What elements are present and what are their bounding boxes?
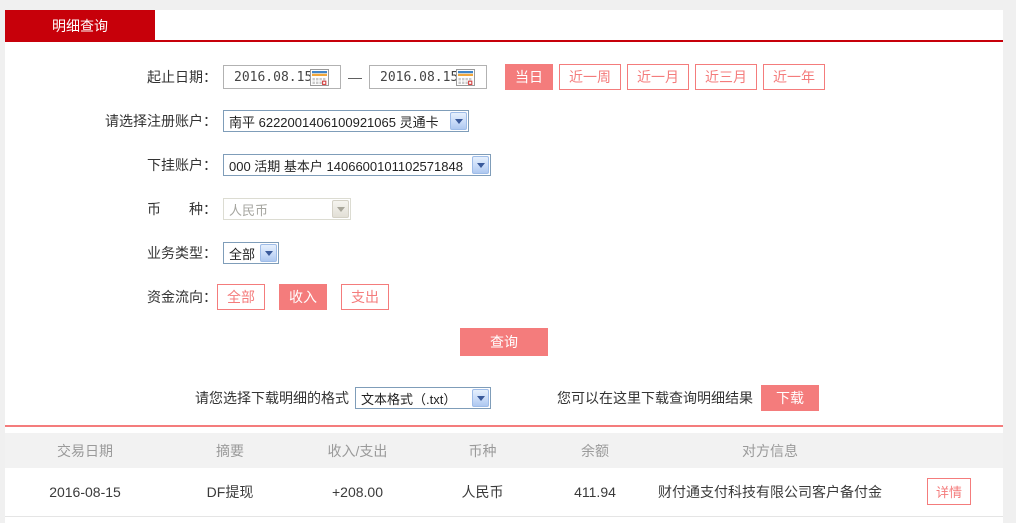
fund-flow-income-button[interactable]: 收入	[279, 284, 327, 310]
download-row: 请您选择下载明细的格式 文本格式（.txt） 您可以在这里下载查询明细结果 下载	[5, 385, 1003, 411]
header-counterparty: 对方信息	[645, 433, 895, 468]
sub-account-row: 下挂账户： 000 活期 基本户 1406600101102571848	[5, 152, 1003, 178]
cell-trade-date: 2016-08-15	[5, 468, 165, 517]
business-type-row: 业务类型： 全部	[5, 240, 1003, 266]
cell-actions: 详情	[895, 468, 1003, 517]
query-button[interactable]: 查询	[460, 328, 548, 356]
sub-account-label: 下挂账户：	[147, 157, 217, 173]
calendar-icon[interactable]	[456, 68, 475, 86]
start-date-field[interactable]	[223, 65, 341, 89]
end-date-input[interactable]	[370, 69, 456, 85]
header-amount: 收入/支出	[295, 433, 420, 468]
registered-account-row: 请选择注册账户： 南平 6222001406100921065 灵通卡	[5, 108, 1003, 134]
calendar-icon[interactable]	[310, 68, 329, 86]
fund-flow-expense-button[interactable]: 支出	[341, 284, 389, 310]
currency-value: 人民币	[229, 202, 269, 218]
content-panel: 明细查询 起止日期： 2016.08.15 — 2016.08.15 当日 近一…	[5, 10, 1003, 523]
sub-account-select[interactable]: 000 活期 基本户 1406600101102571848	[223, 154, 491, 176]
detail-button[interactable]: 详情	[926, 478, 971, 506]
header-summary: 摘要	[165, 433, 295, 468]
quick-range-week-button[interactable]: 近一周	[559, 64, 621, 90]
download-button[interactable]: 下载	[761, 385, 819, 411]
currency-row: 币 种： 人民币	[5, 196, 1003, 222]
business-type-label: 业务类型：	[147, 245, 217, 261]
fund-flow-row: 资金流向： 全部 收入 支出	[5, 284, 1003, 310]
header-trade-date: 交易日期	[5, 433, 165, 468]
registered-account-select[interactable]: 南平 6222001406100921065 灵通卡	[223, 110, 469, 132]
table-separator-line	[5, 425, 1003, 427]
download-hint: 您可以在这里下载查询明细结果	[557, 390, 753, 406]
header-balance: 余额	[545, 433, 645, 468]
currency-label: 币 种：	[147, 201, 217, 217]
fund-flow-label: 资金流向：	[147, 289, 217, 305]
tab-detail-query[interactable]: 明细查询	[5, 10, 155, 42]
chevron-down-icon[interactable]	[260, 244, 278, 262]
cell-amount: +208.00	[295, 468, 420, 517]
cell-balance: 411.94	[545, 468, 645, 517]
results-table: 交易日期 摘要 收入/支出 币种 余额 对方信息 2016-08-15 DF提现…	[5, 433, 1003, 517]
chevron-down-icon[interactable]	[450, 112, 467, 130]
date-range-label: 起止日期：	[147, 69, 217, 85]
quick-range-year-button[interactable]: 近一年	[763, 64, 825, 90]
end-date-field[interactable]	[369, 65, 487, 89]
download-format-select[interactable]: 文本格式（.txt）	[355, 387, 491, 409]
tab-bar: 明细查询	[5, 10, 1003, 42]
chevron-down-icon[interactable]	[472, 389, 489, 407]
header-currency: 币种	[420, 433, 545, 468]
currency-select: 人民币	[223, 198, 351, 220]
quick-range-today-button[interactable]: 当日	[505, 64, 553, 90]
download-format-label: 请您选择下载明细的格式	[195, 390, 349, 406]
table-row: 2016-08-15 DF提现 +208.00 人民币 411.94 财付通支付…	[5, 468, 1003, 517]
header-actions	[895, 433, 1003, 468]
cell-summary: DF提现	[165, 468, 295, 517]
download-format-value: 文本格式（.txt）	[361, 391, 457, 407]
chevron-down-icon[interactable]	[472, 156, 489, 174]
registered-account-label: 请选择注册账户：	[105, 113, 217, 129]
quick-range-quarter-button[interactable]: 近三月	[695, 64, 757, 90]
sub-account-value: 000 活期 基本户 1406600101102571848	[229, 158, 463, 174]
start-date-input[interactable]	[224, 69, 310, 85]
business-type-select[interactable]: 全部	[223, 242, 279, 264]
date-separator: —	[348, 69, 362, 85]
cell-currency: 人民币	[420, 468, 545, 517]
query-form: 起止日期： —	[5, 42, 1003, 411]
date-range-row: 起止日期： —	[5, 64, 1003, 90]
registered-account-value: 南平 6222001406100921065 灵通卡	[229, 114, 439, 130]
cell-counterparty: 财付通支付科技有限公司客户备付金	[645, 468, 895, 517]
table-header-row: 交易日期 摘要 收入/支出 币种 余额 对方信息	[5, 433, 1003, 468]
fund-flow-all-button[interactable]: 全部	[217, 284, 265, 310]
chevron-down-icon	[332, 200, 349, 218]
quick-range-month-button[interactable]: 近一月	[627, 64, 689, 90]
query-button-row: 查询	[5, 328, 1003, 356]
business-type-value: 全部	[229, 246, 256, 262]
